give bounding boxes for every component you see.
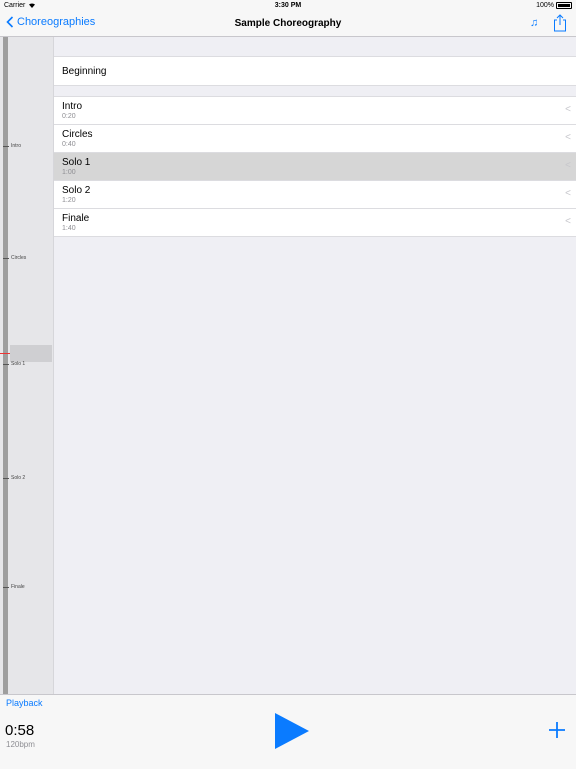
timeline-tick xyxy=(3,146,9,147)
timeline-label: Intro xyxy=(11,143,22,149)
section-time: 1:00 xyxy=(62,169,76,176)
section-name: Solo 1 xyxy=(62,157,91,168)
page-title: Sample Choreography xyxy=(234,18,342,29)
music-note-icon[interactable]: ♫ xyxy=(530,17,538,29)
navigation-bar: Choreographies Sample Choreography ♫ xyxy=(0,12,576,37)
chevron-left-icon: < xyxy=(565,188,571,199)
timeline-label: Finale xyxy=(11,584,25,590)
timeline-tick xyxy=(3,364,9,365)
beginning-label: Beginning xyxy=(62,66,107,77)
timeline-tick xyxy=(3,258,9,259)
sections-list: Intro 0:20 < Circles 0:40 < Solo 1 1:00 … xyxy=(54,96,576,237)
playback-label: Playback xyxy=(6,698,43,708)
list-item[interactable]: Finale 1:40 < xyxy=(54,209,576,237)
section-time: 0:40 xyxy=(62,141,76,148)
battery-icon xyxy=(556,2,572,9)
timeline-selection xyxy=(10,345,52,362)
section-name: Intro xyxy=(62,101,83,112)
share-icon[interactable] xyxy=(553,14,567,32)
timeline-label: Circles xyxy=(11,255,27,261)
chevron-left-icon: < xyxy=(565,160,571,171)
beginning-row[interactable]: Beginning xyxy=(54,56,576,86)
list-item-selected[interactable]: Solo 1 1:00 < xyxy=(54,153,576,181)
timeline-label: Solo 2 xyxy=(11,475,26,481)
tempo-label: 120bpm xyxy=(6,740,35,749)
add-icon[interactable] xyxy=(549,722,565,738)
section-name: Solo 2 xyxy=(62,185,91,196)
timeline-tick xyxy=(3,478,9,479)
list-item[interactable]: Solo 2 1:20 < xyxy=(54,181,576,209)
status-time: 3:30 PM xyxy=(274,2,302,9)
battery-indicator: 100% xyxy=(536,2,572,9)
timeline-sidebar[interactable]: Intro Circles Solo 1 Solo 2 Finale xyxy=(0,37,54,694)
section-name: Circles xyxy=(62,129,93,140)
timeline-label: Solo 1 xyxy=(11,361,26,367)
playback-time: 0:58 xyxy=(5,722,35,739)
list-item[interactable]: Circles 0:40 < xyxy=(54,125,576,153)
chevron-left-icon: < xyxy=(565,104,571,115)
timeline-tick xyxy=(3,587,9,588)
timeline-playhead[interactable] xyxy=(0,353,10,354)
section-time: 1:40 xyxy=(62,225,76,232)
playback-bar: Playback 0:58 120bpm xyxy=(0,694,576,769)
section-time: 0:20 xyxy=(62,113,76,120)
section-name: Finale xyxy=(62,213,90,224)
chevron-left-icon: < xyxy=(565,132,571,143)
status-bar: Carrier 3:30 PM 100% xyxy=(0,0,576,12)
timeline-track xyxy=(3,37,8,694)
chevron-left-icon: < xyxy=(565,216,571,227)
play-icon[interactable] xyxy=(274,712,310,750)
battery-percent: 100% xyxy=(536,2,554,9)
section-time: 1:20 xyxy=(62,197,76,204)
list-item[interactable]: Intro 0:20 < xyxy=(54,97,576,125)
